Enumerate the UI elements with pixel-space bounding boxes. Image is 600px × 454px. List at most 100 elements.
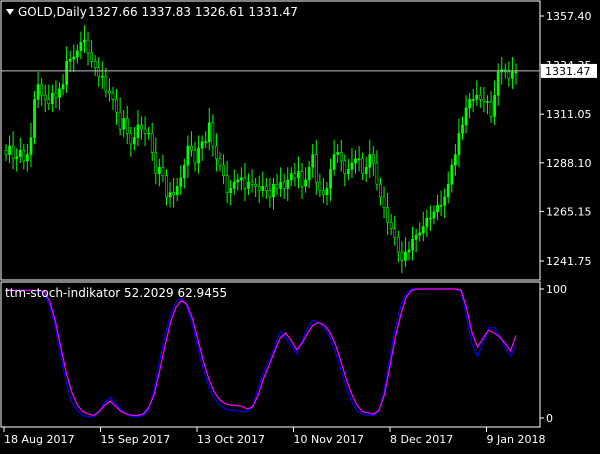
- candle-body: [297, 171, 300, 179]
- candle-body: [322, 190, 325, 196]
- indicator-label: ttm-stoch-indikator 52.2029 62.9455: [5, 286, 227, 300]
- candle-body: [364, 166, 368, 174]
- candle-body: [379, 183, 382, 198]
- candle-body: [268, 190, 272, 198]
- candle-body: [150, 133, 154, 153]
- candle-body: [11, 145, 15, 160]
- candle-body: [493, 94, 496, 117]
- candle-body: [161, 166, 165, 177]
- candle-body: [22, 150, 26, 162]
- candle-body: [418, 232, 422, 236]
- time-axis: 18 Aug 2017 15 Sep 2017 13 Oct 2017 10 Nov …: [3, 427, 546, 446]
- candle-body: [140, 124, 143, 130]
- candle-body: [165, 175, 168, 198]
- candle-body: [293, 173, 297, 179]
- stoch-signal-line: [5, 288, 517, 418]
- candle-body: [211, 122, 215, 147]
- candle-body: [261, 186, 265, 191]
- candle-body: [118, 111, 122, 130]
- candle-body: [129, 133, 133, 145]
- indicator-axis: 100 0: [540, 283, 567, 425]
- current-price-badge: 1331.47: [541, 63, 597, 78]
- candle-body: [186, 145, 190, 166]
- price-tick-label: 1265.15: [546, 205, 592, 218]
- candle-body: [18, 150, 22, 157]
- candle-body: [411, 238, 414, 251]
- candle-body: [240, 177, 243, 181]
- candle-body: [443, 196, 447, 206]
- time-tick-label: 8 Dec 2017: [390, 433, 453, 446]
- candle-body: [175, 186, 179, 196]
- candle-body: [143, 128, 147, 134]
- candle-body: [229, 188, 233, 193]
- candle-body: [425, 217, 429, 227]
- candle-body: [43, 94, 47, 100]
- time-tick-label: 18 Aug 2017: [4, 433, 74, 446]
- candle-body: [86, 39, 90, 54]
- candle-body: [300, 171, 304, 187]
- current-price-label: 1331.47: [545, 65, 591, 78]
- indicator-lines: [5, 288, 517, 418]
- candle-body: [79, 41, 83, 52]
- candle-body: [247, 181, 250, 189]
- candle-body: [393, 228, 397, 238]
- candle-body: [75, 50, 79, 58]
- candle-body: [361, 158, 365, 174]
- candle-body: [275, 183, 279, 189]
- candle-body: [29, 137, 33, 155]
- candle-body: [108, 90, 111, 94]
- candle-body: [471, 99, 475, 101]
- candle-body: [454, 154, 457, 166]
- price-candles: [4, 25, 518, 274]
- time-tick-label: 13 Oct 2017: [197, 433, 265, 446]
- candle-body: [225, 175, 229, 193]
- candle-body: [421, 226, 425, 234]
- candle-body: [197, 147, 200, 164]
- candle-body: [264, 186, 268, 191]
- candle-body: [339, 152, 343, 162]
- candle-body: [115, 99, 118, 113]
- candle-body: [389, 222, 393, 229]
- candle-body: [282, 181, 286, 189]
- indicator-panel-frame: [0, 281, 541, 428]
- candle-body: [343, 160, 347, 174]
- candle-body: [200, 141, 204, 149]
- candle-body: [207, 122, 211, 143]
- candle-body: [15, 156, 19, 160]
- candle-body: [304, 179, 307, 187]
- time-tick-label: 9 Jan 2018: [487, 433, 546, 446]
- candle-body: [375, 162, 379, 185]
- candle-body: [357, 158, 361, 161]
- candle-body: [429, 217, 432, 220]
- candle-body: [218, 158, 222, 166]
- candle-body: [168, 192, 172, 198]
- candle-body: [439, 205, 443, 207]
- candle-body: [182, 164, 186, 179]
- candle-body: [347, 169, 350, 174]
- candle-body: [475, 94, 479, 100]
- candle-body: [371, 154, 375, 164]
- candle-body: [4, 150, 8, 155]
- candle-body: [33, 99, 36, 138]
- candle-body: [368, 154, 372, 168]
- candle-body: [193, 150, 197, 164]
- candle-body: [414, 234, 418, 240]
- candle-body: [204, 141, 208, 144]
- candle-body: [190, 145, 193, 151]
- candle-body: [254, 183, 258, 187]
- candle-body: [93, 61, 97, 68]
- price-tick-label: 1311.05: [546, 108, 592, 121]
- time-tick-label: 10 Nov 2017: [294, 433, 364, 446]
- candle-body: [111, 92, 115, 100]
- candle-body: [172, 192, 175, 196]
- candle-body: [133, 137, 136, 145]
- collapse-triangle-icon[interactable]: [6, 9, 14, 15]
- candle-body: [243, 177, 247, 189]
- candle-body: [404, 251, 407, 261]
- candle-body: [83, 39, 86, 43]
- candle-body: [179, 177, 183, 187]
- chart-canvas[interactable]: 1357.401334.351311.051288.101265.151241.…: [0, 0, 600, 450]
- candle-body: [332, 154, 336, 170]
- candle-body: [496, 71, 500, 96]
- stoch-main-line: [5, 288, 517, 417]
